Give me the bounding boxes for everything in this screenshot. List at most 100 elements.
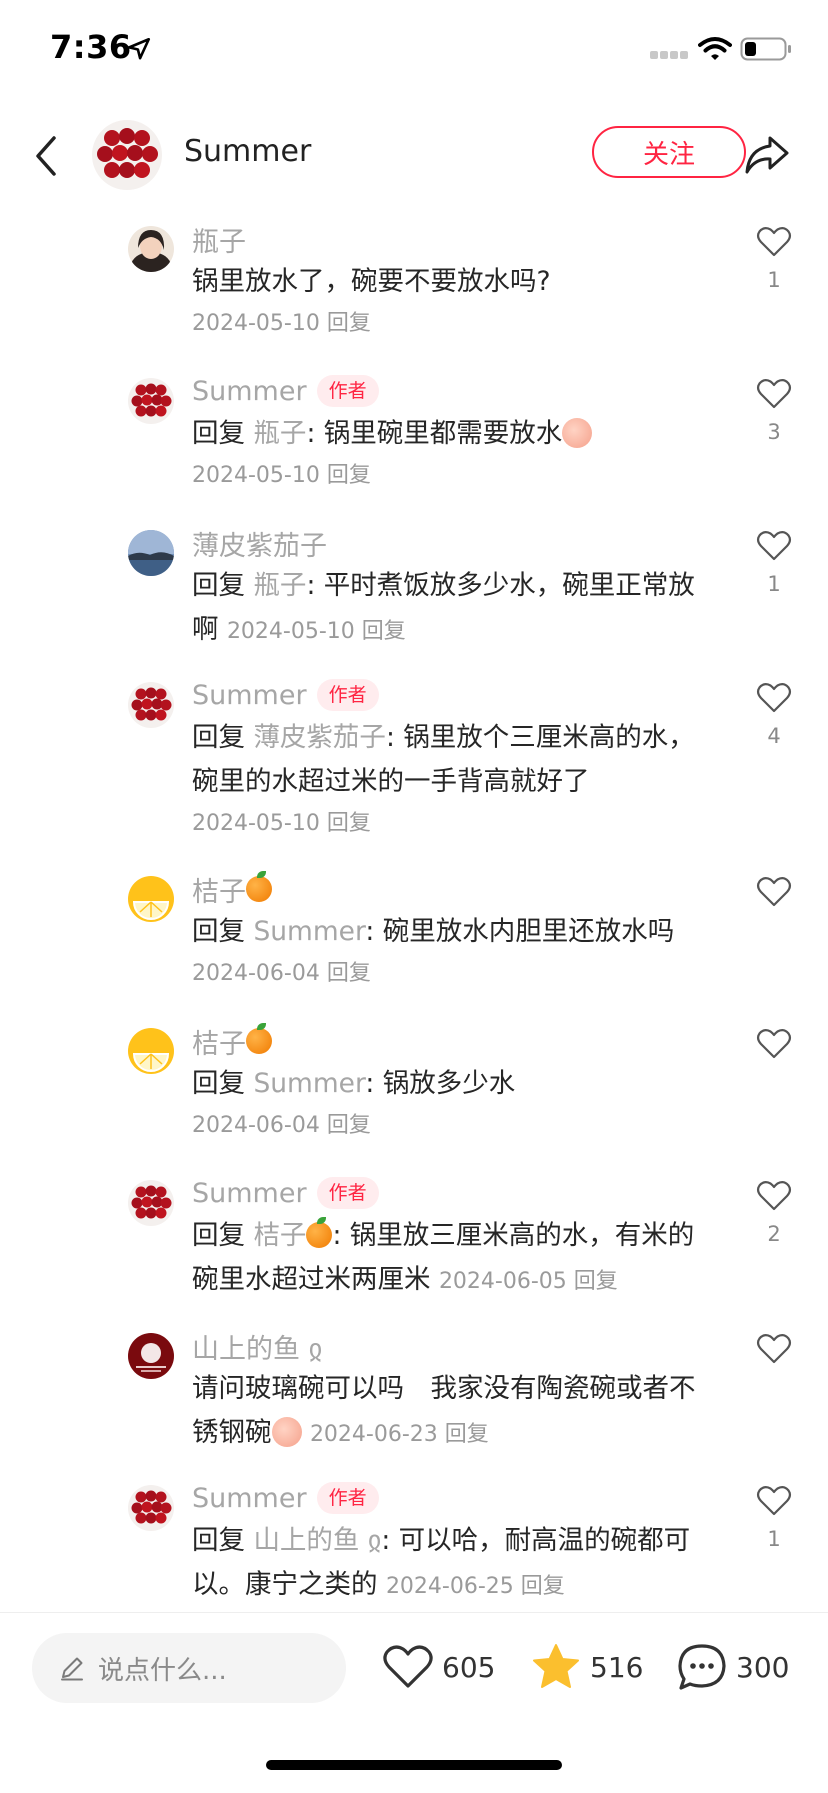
reply-target-name[interactable]: 瓶子	[253, 570, 306, 601]
comment-stat[interactable]: 300	[676, 1637, 789, 1697]
comment-like-button[interactable]: 1	[752, 226, 796, 294]
reply-link[interactable]: 回复	[327, 811, 371, 836]
pencil-icon	[61, 1657, 83, 1681]
reply-link[interactable]: 回复	[521, 1574, 565, 1599]
comment-date: 2024-06-04	[192, 961, 320, 986]
commenter-name[interactable]: 桔子	[192, 1022, 246, 1061]
heart-outline-icon	[756, 379, 792, 409]
comment-content: : 锅里碗里都需要放水	[306, 418, 563, 449]
comment-name-line: 山上的鱼 ჲ	[192, 1327, 712, 1365]
reply-target-name[interactable]: 山上的鱼 ჲ	[253, 1525, 381, 1556]
comment-like-button[interactable]: 2	[752, 1180, 796, 1248]
author-name[interactable]: Summer	[184, 134, 311, 169]
status-time: 7:36	[50, 28, 132, 66]
commenter-avatar[interactable]	[128, 1028, 174, 1074]
status-bar: 7:36	[0, 0, 828, 100]
author-tag: 作者	[316, 375, 379, 407]
commenter-avatar[interactable]	[128, 682, 174, 728]
comment-like-button[interactable]: 3	[752, 378, 796, 446]
like-stat[interactable]: 605	[382, 1637, 495, 1697]
collect-count: 516	[590, 1650, 644, 1684]
comment-body: 瓶子 锅里放水了，碗要不要放水吗? 2024-05-10 回复	[192, 220, 712, 344]
share-icon[interactable]	[744, 132, 790, 178]
reply-prefix: 回复	[192, 570, 254, 601]
commenter-name[interactable]: 薄皮紫茄子	[192, 524, 327, 563]
commenter-avatar[interactable]	[128, 378, 174, 424]
commenter-avatar[interactable]	[128, 876, 174, 922]
commenter-name[interactable]: Summer	[192, 1178, 307, 1209]
follow-button[interactable]: 关注	[592, 126, 746, 178]
comment-like-button[interactable]: 4	[752, 682, 796, 750]
comment-like-button[interactable]	[752, 876, 796, 944]
commenter-name[interactable]: 山上的鱼 ჲ	[192, 1327, 322, 1366]
comment-like-count: 3	[767, 420, 781, 444]
comment-like-count	[752, 1375, 796, 1401]
reply-target-name[interactable]: 瓶子	[253, 418, 306, 449]
heart-outline-icon	[756, 227, 792, 257]
reply-link[interactable]: 回复	[327, 463, 371, 488]
reply-link[interactable]: 回复	[327, 961, 371, 986]
commenter-name[interactable]: Summer	[192, 680, 307, 711]
comment-like-button[interactable]: 1	[752, 1485, 796, 1553]
note-header: Summer 关注	[0, 110, 828, 202]
comment-date: 2024-06-04	[192, 1113, 320, 1138]
comment-text: 回复 Summer: 碗里放水内胆里还放水吗	[192, 910, 712, 954]
comment-like-button[interactable]: 1	[752, 530, 796, 598]
commenter-name[interactable]: Summer	[192, 1483, 307, 1514]
comment-body: 山上的鱼 ჲ 请问玻璃碗可以吗 我家没有陶瓷碗或者不锈钢碗 2024-06-23 …	[192, 1327, 712, 1457]
commenter-name[interactable]: 瓶子	[192, 220, 246, 259]
reply-prefix: 回复	[192, 916, 254, 947]
comment-like-button[interactable]	[752, 1028, 796, 1096]
reply-prefix: 回复	[192, 722, 254, 753]
author-tag: 作者	[316, 1482, 379, 1514]
battery-icon	[740, 37, 791, 61]
comment-text: 回复 瓶子: 锅里碗里都需要放水	[192, 412, 712, 456]
commenter-avatar[interactable]	[128, 1333, 174, 1379]
heart-outline-icon	[756, 877, 792, 907]
commenter-avatar[interactable]	[128, 226, 174, 272]
comment-input[interactable]: 说点什么...	[32, 1633, 346, 1703]
reply-link[interactable]: 回复	[327, 311, 371, 336]
comment-meta: 2024-05-10 回复	[227, 619, 406, 644]
face-emoji-icon	[562, 418, 593, 448]
comment-count: 300	[736, 1650, 790, 1684]
heart-outline-icon	[756, 683, 792, 713]
comment-body: 薄皮紫茄子 回复 瓶子: 平时煮饭放多少水，碗里正常放啊 2024-05-10 回…	[192, 524, 712, 654]
comment-body: Summer 作者 回复 桔子: 锅里放三厘米高的水，有米的碗里水超过米两厘米 20…	[192, 1174, 712, 1304]
comment-meta: 2024-06-04 回复	[192, 1106, 712, 1146]
collect-stat[interactable]: 516	[530, 1637, 643, 1697]
comment-text: 锅里放水了，碗要不要放水吗?	[192, 260, 712, 304]
comment-like-count	[752, 1070, 796, 1096]
like-count: 605	[442, 1650, 496, 1684]
back-arrow-icon[interactable]	[32, 134, 62, 178]
reply-prefix: 回复	[192, 1068, 254, 1099]
reply-link[interactable]: 回复	[574, 1269, 618, 1294]
heart-outline-icon	[756, 1029, 792, 1059]
reply-link[interactable]: 回复	[445, 1422, 489, 1447]
wifi-icon	[698, 37, 732, 60]
reply-link[interactable]: 回复	[327, 1113, 371, 1138]
comment-text: 回复 Summer: 锅放多少水	[192, 1062, 712, 1106]
location-arrow-icon	[127, 37, 151, 60]
comment-date: 2024-06-23	[309, 1422, 438, 1447]
commenter-avatar[interactable]	[128, 1180, 174, 1226]
comment-body: Summer 作者 回复 瓶子: 锅里碗里都需要放水 2024-05-10 回复	[192, 372, 712, 496]
reply-link[interactable]: 回复	[362, 619, 406, 644]
commenter-avatar[interactable]	[128, 530, 174, 576]
comment-meta: 2024-06-23 回复	[310, 1422, 489, 1447]
comment-text: 回复 薄皮紫茄子: 锅里放个三厘米高的水，碗里的水超过米的一手背高就好了	[192, 716, 712, 804]
reply-target-name[interactable]: 薄皮紫茄子	[253, 722, 386, 753]
orange-emoji-icon	[246, 1023, 272, 1054]
comment-like-button[interactable]	[752, 1333, 796, 1401]
reply-target-name[interactable]: Summer	[253, 1068, 365, 1099]
commenter-name[interactable]: 桔子	[192, 870, 246, 909]
comment-meta: 2024-05-10 回复	[192, 804, 712, 844]
reply-target-name[interactable]: Summer	[253, 916, 365, 947]
author-avatar[interactable]	[92, 120, 162, 190]
orange-emoji-icon	[246, 871, 272, 902]
author-tag: 作者	[316, 679, 379, 711]
comment-content: : 锅放多少水	[365, 1068, 516, 1099]
commenter-avatar[interactable]	[128, 1485, 174, 1531]
commenter-name[interactable]: Summer	[192, 376, 307, 407]
reply-target-name[interactable]: 桔子	[253, 1220, 306, 1251]
